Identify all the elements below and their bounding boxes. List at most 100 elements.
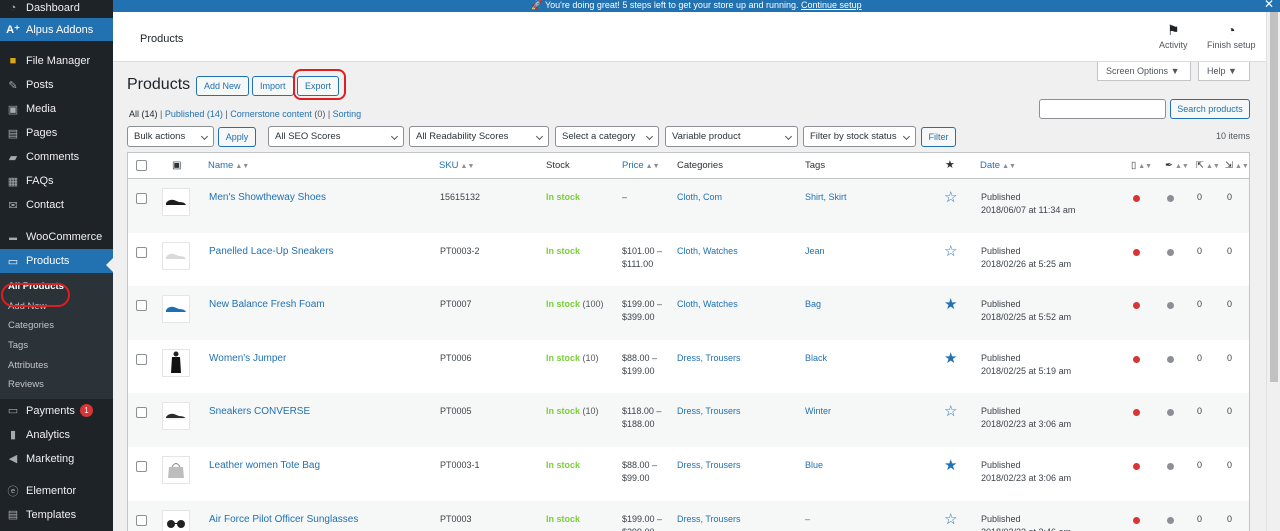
sidebar-item-dashboard[interactable]: ◔ Dashboard: [0, 0, 113, 18]
product-name-link[interactable]: Panelled Lace-Up Sneakers: [209, 245, 334, 258]
search-input[interactable]: [1039, 99, 1166, 119]
help-button[interactable]: Help ▼: [1198, 62, 1250, 81]
elementor-icon: ⓔ: [7, 485, 19, 498]
featured-star-outline-icon[interactable]: ☆: [944, 510, 957, 528]
product-tags[interactable]: Shirt, Skirt: [805, 191, 847, 204]
filter-all[interactable]: All (14): [129, 109, 158, 119]
product-tags[interactable]: Bag: [805, 298, 821, 311]
filter-published[interactable]: Published (14): [165, 109, 223, 119]
filter-cornerstone[interactable]: Cornerstone content: [230, 109, 312, 119]
shoe-icon[interactable]: [162, 188, 190, 216]
add-new-button[interactable]: Add New: [196, 76, 249, 96]
outgoing-links-column-icon[interactable]: ⇱ ▲▼: [1196, 160, 1220, 171]
sort-icon: ▲▼: [460, 163, 475, 170]
sidebar-item-alpus-addons[interactable]: A⁺ Alpus Addons: [0, 18, 113, 41]
filter-button[interactable]: Filter: [921, 127, 956, 147]
bulk-actions-select[interactable]: Bulk actions: [127, 126, 214, 147]
continue-setup-link[interactable]: Continue setup: [801, 0, 862, 10]
row-checkbox[interactable]: [136, 407, 147, 419]
activity-button[interactable]: ⚑ Activity: [1159, 22, 1188, 50]
jumper-icon[interactable]: [162, 348, 190, 377]
column-name[interactable]: Name ▲▼: [208, 160, 249, 171]
readability-column-icon[interactable]: ✒ ▲▼: [1165, 160, 1189, 171]
import-button[interactable]: Import: [252, 76, 294, 96]
sidebar-item-products[interactable]: ▭ Products: [0, 249, 113, 273]
sidebar-item-pages[interactable]: ▤ Pages: [0, 121, 113, 145]
incoming-links-column-icon[interactable]: ⇲ ▲▼: [1225, 160, 1249, 171]
submenu-categories[interactable]: Categories: [0, 316, 113, 336]
product-name-link[interactable]: Air Force Pilot Officer Sunglasses: [209, 513, 358, 526]
sidebar-item-faqs[interactable]: ▦ FAQs: [0, 169, 113, 193]
runner-icon[interactable]: [162, 295, 190, 324]
sidebar-item-file-manager[interactable]: ■ File Manager: [0, 49, 113, 73]
row-checkbox[interactable]: [136, 460, 147, 472]
featured-star-filled-icon[interactable]: ★: [944, 456, 957, 474]
sidebar-item-templates[interactable]: ▤ Templates: [0, 503, 113, 527]
column-price[interactable]: Price ▲▼: [622, 160, 660, 171]
sidebar-item-comments[interactable]: ▰ Comments: [0, 145, 113, 169]
product-name-link[interactable]: Sneakers CONVERSE: [209, 405, 310, 418]
row-checkbox[interactable]: [136, 193, 147, 204]
scrollbar-thumb[interactable]: [1270, 12, 1278, 382]
product-name-link[interactable]: Women's Jumper: [209, 352, 286, 365]
row-checkbox[interactable]: [136, 514, 147, 526]
apply-button[interactable]: Apply: [218, 127, 256, 147]
product-name-link[interactable]: New Balance Fresh Foam: [209, 298, 325, 311]
column-date[interactable]: Date ▲▼: [980, 160, 1016, 171]
progress-circle-icon: ◔: [1227, 22, 1236, 38]
product-categories[interactable]: Cloth, Com: [677, 191, 722, 204]
finish-setup-button[interactable]: ◔ Finish setup: [1207, 22, 1256, 50]
product-tags[interactable]: Black: [805, 352, 827, 365]
sidebar-item-contact[interactable]: ✉ Contact: [0, 193, 113, 217]
product-type-select[interactable]: Variable product: [665, 126, 798, 147]
readability-score-select[interactable]: All Readability Scores: [409, 126, 549, 147]
row-checkbox[interactable]: [136, 353, 147, 365]
sidebar-item-analytics[interactable]: ▮ Analytics: [0, 423, 113, 447]
product-name-link[interactable]: Leather women Tote Bag: [209, 459, 320, 472]
featured-star-icon[interactable]: ★: [945, 158, 955, 171]
sidebar-item-posts[interactable]: ✎ Posts: [0, 73, 113, 97]
product-categories[interactable]: Cloth, Watches: [677, 298, 738, 311]
product-tags[interactable]: Blue: [805, 459, 823, 472]
seo-score-select[interactable]: All SEO Scores: [268, 126, 404, 147]
bag-icon[interactable]: [162, 455, 190, 484]
row-checkbox[interactable]: [136, 246, 147, 258]
stock-status-select[interactable]: Filter by stock status: [803, 126, 916, 147]
product-categories[interactable]: Dress, Trousers: [677, 459, 741, 472]
close-icon[interactable]: ✕: [1264, 0, 1274, 10]
product-categories[interactable]: Dress, Trousers: [677, 513, 741, 526]
product-tags[interactable]: Jean: [805, 245, 825, 258]
product-tags[interactable]: –: [805, 513, 810, 526]
featured-star-filled-icon[interactable]: ★: [944, 349, 957, 367]
product-tags[interactable]: Winter: [805, 405, 831, 418]
featured-star-filled-icon[interactable]: ★: [944, 295, 957, 313]
sidebar-item-media[interactable]: ▣ Media: [0, 97, 113, 121]
submenu-attributes[interactable]: Attributes: [0, 355, 113, 375]
product-sku: PT0003: [440, 513, 472, 524]
sidebar-item-payments[interactable]: ▭ Payments 1: [0, 399, 113, 423]
row-checkbox[interactable]: [136, 300, 147, 312]
sunglasses-icon[interactable]: [162, 509, 190, 531]
column-sku[interactable]: SKU ▲▼: [439, 160, 474, 171]
submenu-tags[interactable]: Tags: [0, 336, 113, 356]
product-categories[interactable]: Dress, Trousers: [677, 352, 741, 365]
sidebar-item-marketing[interactable]: ◀ Marketing: [0, 447, 113, 471]
submenu-reviews[interactable]: Reviews: [0, 375, 113, 395]
sidebar-item-woocommerce[interactable]: ▬ WooCommerce: [0, 225, 113, 249]
page-scrollbar[interactable]: [1266, 12, 1280, 531]
select-all-checkbox[interactable]: [136, 160, 147, 171]
screen-options-button[interactable]: Screen Options ▼: [1097, 62, 1191, 81]
product-categories[interactable]: Dress, Trousers: [677, 405, 741, 418]
seo-score-column-icon[interactable]: ▯ ▲▼: [1131, 160, 1152, 171]
converse-icon[interactable]: [162, 402, 190, 431]
product-categories[interactable]: Cloth, Watches: [677, 245, 738, 258]
sneaker-icon[interactable]: [162, 241, 190, 270]
category-select[interactable]: Select a category: [555, 126, 659, 147]
sorting-link[interactable]: Sorting: [333, 109, 362, 119]
featured-star-outline-icon[interactable]: ☆: [944, 188, 957, 206]
product-name-link[interactable]: Men's Showtheway Shoes: [209, 191, 326, 204]
search-products-button[interactable]: Search products: [1170, 99, 1250, 119]
featured-star-outline-icon[interactable]: ☆: [944, 242, 957, 260]
featured-star-outline-icon[interactable]: ☆: [944, 402, 957, 420]
sidebar-item-elementor[interactable]: ⓔ Elementor: [0, 479, 113, 503]
